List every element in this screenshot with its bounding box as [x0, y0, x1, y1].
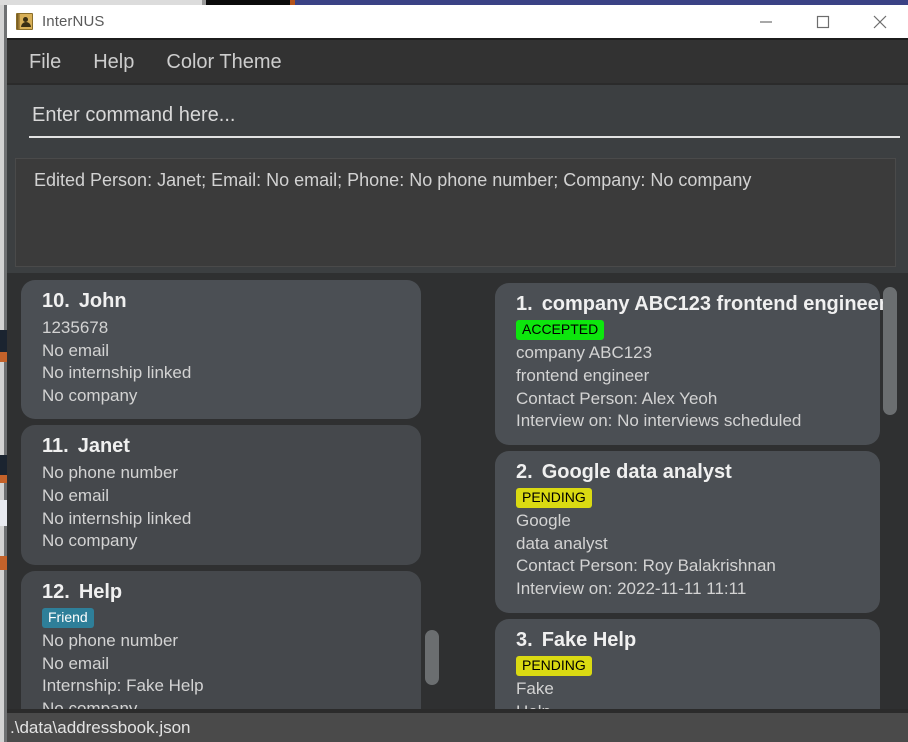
- status-badge: ACCEPTED: [516, 320, 605, 341]
- menu-item-help[interactable]: Help: [93, 52, 134, 72]
- list-item-name: Janet: [77, 435, 130, 458]
- list-item-title: 11. Janet: [42, 435, 407, 458]
- person-list-container: 10. John 1235678 No email No internship link…: [7, 273, 447, 709]
- list-item-index: 1.: [516, 293, 533, 315]
- list-item-detail: frontend engineer: [516, 366, 650, 385]
- internus-window: InterNUS File Help Color Theme Enter com…: [0, 0, 908, 742]
- list-panels: 10. John 1235678 No email No internship link…: [7, 273, 908, 709]
- desktop-artifact: [0, 352, 7, 362]
- desktop-artifact: [0, 330, 7, 352]
- person-list-scrollbar[interactable]: [425, 273, 440, 709]
- icon-spine: [17, 14, 20, 29]
- status-badge: Friend: [42, 607, 94, 629]
- minimize-button[interactable]: [737, 5, 794, 38]
- tag-row: PENDING: [516, 655, 866, 677]
- list-item-index: 3.: [516, 628, 533, 651]
- list-item-detail: 1235678: [42, 318, 109, 337]
- window-title: InterNUS: [42, 13, 105, 30]
- command-input[interactable]: [32, 99, 898, 131]
- list-item-title: 1. company ABC123 frontend engineer: [516, 293, 887, 316]
- list-item-detail: Fake: [516, 679, 554, 699]
- desktop-artifact: [0, 556, 7, 570]
- list-item-detail: Google: [516, 511, 571, 531]
- result-display-text: Edited Person: Janet; Email: No email; P…: [34, 170, 752, 190]
- list-item-detail: No company: [42, 385, 138, 405]
- title-bar: InterNUS: [7, 5, 908, 38]
- list-item-index: 11.: [42, 435, 69, 458]
- person-list-panel: 10. John 1235678 No email No internship link…: [7, 273, 447, 709]
- close-icon: [873, 15, 886, 28]
- desktop-artifact: [0, 475, 7, 483]
- list-item-index: 2.: [516, 460, 533, 483]
- list-item[interactable]: 2. Google data analyst PENDING Google data a…: [495, 450, 880, 613]
- list-item-title: 10. John: [42, 290, 407, 313]
- list-item-detail: company ABC123: [516, 343, 653, 363]
- save-location-path: .\data\addressbook.json: [10, 717, 191, 737]
- list-item-detail: No email: [42, 340, 110, 360]
- internship-list-scrollbar-thumb[interactable]: [883, 287, 897, 415]
- list-item[interactable]: 11. Janet No phone number No email No intern…: [21, 425, 421, 565]
- command-input-underline: [29, 136, 900, 138]
- list-item-title: 12. Help: [42, 581, 407, 604]
- list-item-name: Google data analyst: [541, 460, 732, 483]
- list-item-detail: Help: [516, 701, 866, 709]
- window-controls: [737, 5, 908, 38]
- list-item-detail: No email: [42, 653, 110, 673]
- list-item-detail: Contact Person: Roy Balakrishnan: [516, 556, 776, 576]
- list-item-detail: No internship linked: [42, 508, 192, 528]
- list-item-detail: Contact Person: Alex Yeoh: [516, 388, 718, 408]
- list-item-detail: Internship: Fake Help: [42, 676, 204, 696]
- minimize-icon: [759, 20, 772, 23]
- list-item-name: Help: [78, 580, 123, 603]
- tag-row: ACCEPTED: [516, 320, 866, 341]
- desktop-artifact: [0, 455, 7, 475]
- list-item-detail: No internship linked: [42, 363, 192, 383]
- list-item[interactable]: 10. John 1235678 No email No internship link…: [21, 280, 421, 420]
- list-item-detail: No company: [42, 531, 138, 551]
- list-item-index: 10.: [42, 290, 70, 312]
- list-item-name: John: [78, 290, 127, 312]
- list-item[interactable]: 12. Help Friend No phone number No email Inte…: [21, 570, 421, 709]
- list-item-title: 2. Google data analyst: [516, 461, 866, 484]
- maximize-icon: [816, 15, 829, 28]
- list-item-detail: Interview on: No interviews scheduled: [516, 411, 802, 431]
- list-item-title: 3. Fake Help: [516, 629, 866, 652]
- list-item-name: company ABC123 frontend engineer: [541, 293, 887, 315]
- internship-list-scrollbar[interactable]: [883, 273, 898, 709]
- tag-row: Friend: [42, 607, 407, 629]
- list-item-detail: No company: [42, 699, 138, 709]
- icon-person-body: [20, 22, 31, 27]
- list-item[interactable]: 3. Fake Help PENDINGFake Help: [495, 618, 880, 709]
- result-display-box: Edited Person: Janet; Email: No email; P…: [15, 158, 896, 267]
- tag-row: PENDING: [516, 487, 866, 509]
- internship-list-panel: 1. company ABC123 frontend engineer ACCEPT…: [480, 273, 908, 709]
- internship-list-container: 1. company ABC123 frontend engineer ACCEPT…: [480, 273, 908, 709]
- maximize-button[interactable]: [794, 5, 851, 38]
- status-badge: PENDING: [516, 487, 592, 509]
- list-item-detail: data analyst: [516, 533, 608, 553]
- person-list-scrollbar-thumb[interactable]: [425, 630, 439, 685]
- menu-item-color-theme[interactable]: Color Theme: [166, 52, 281, 72]
- list-item-detail: Interview on: 2022-11-11 11:11: [516, 579, 747, 599]
- menu-item-file[interactable]: File: [29, 52, 61, 72]
- menu-bar: File Help Color Theme: [7, 40, 908, 83]
- list-item-detail: No email: [42, 486, 110, 506]
- close-button[interactable]: [851, 5, 908, 38]
- status-badge: PENDING: [516, 655, 592, 677]
- command-box: [7, 85, 908, 145]
- icon-person-head: [23, 16, 28, 22]
- status-bar: .\data\addressbook.json: [7, 713, 908, 742]
- address-book-icon: [16, 13, 33, 30]
- list-item-name: Fake Help: [541, 628, 637, 651]
- list-item-detail: No phone number: [42, 463, 179, 483]
- desktop-artifact: [0, 500, 7, 526]
- list-item[interactable]: 1. company ABC123 frontend engineer ACCEPT…: [495, 283, 887, 445]
- list-item-detail: No phone number: [42, 631, 179, 651]
- list-item-index: 12.: [42, 580, 70, 603]
